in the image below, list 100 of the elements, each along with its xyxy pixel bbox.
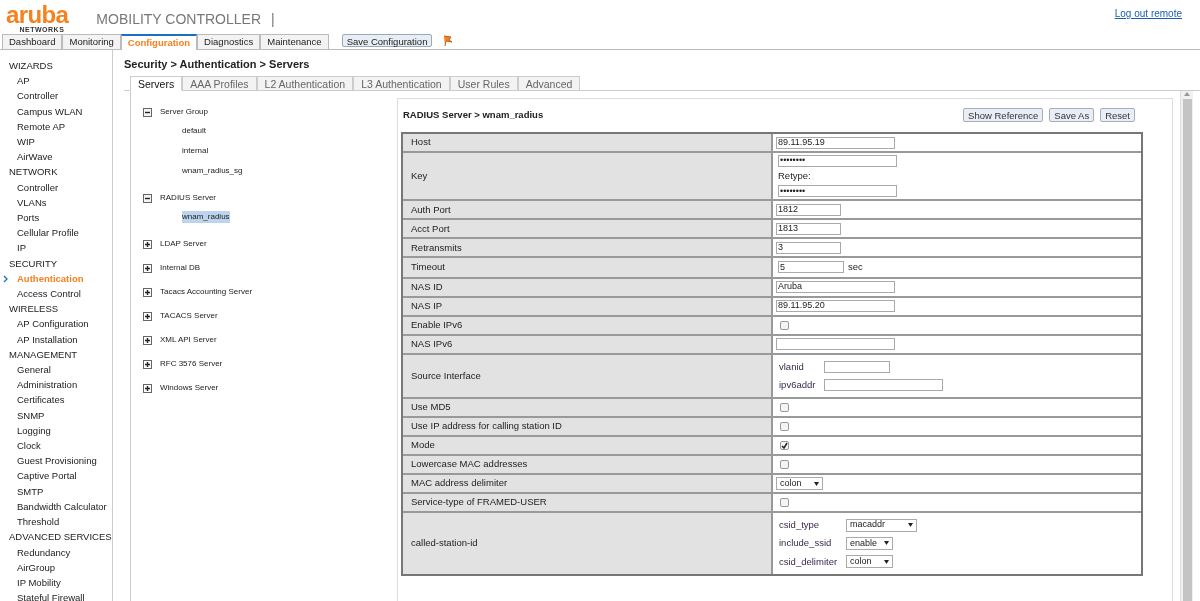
expand-icon[interactable] [143,383,152,393]
scrollbar-thumb[interactable] [1182,99,1192,601]
checkbox[interactable] [780,441,789,450]
expand-icon[interactable] [143,239,152,249]
sidebar-item[interactable]: AirGroup [17,561,55,573]
tab[interactable]: L2 Authentication [256,76,354,90]
sidebar-item[interactable]: Remote AP [17,120,66,132]
sidebar-item[interactable]: IP [17,242,26,254]
checkbox[interactable] [780,320,789,330]
sidebar-item[interactable]: General [17,364,51,376]
sidebar-item[interactable]: AP [17,75,30,87]
tree-item[interactable]: internal [182,145,209,157]
sidebar-item[interactable]: Clock [17,440,41,452]
field-label: Use MD5 [411,400,451,415]
checkbox[interactable] [780,498,789,507]
expand-icon[interactable] [143,359,152,369]
sidebar-item[interactable]: Access Control [17,288,81,300]
tree-item[interactable]: wnam_radius [182,211,230,223]
collapse-icon[interactable] [143,193,152,203]
sidebar-item[interactable]: AP Installation [17,333,78,345]
nav-tab[interactable]: Maintenance [260,34,329,49]
text-field[interactable]: 3 [776,241,841,254]
sidebar-item[interactable]: Certificates [17,394,65,406]
nav-tab[interactable]: Diagnostics [197,34,261,49]
collapse-icon[interactable] [143,107,152,117]
field-label: Mode [411,438,435,453]
tree-item[interactable]: Windows Server [160,382,219,394]
field-label: csid_delimiter [779,554,839,569]
checkbox[interactable] [780,422,789,431]
dropdown[interactable]: macaddr [846,518,917,532]
text-field[interactable] [824,360,890,373]
text-field[interactable]: 89.11.95.19 [776,136,895,149]
form-button[interactable]: Reset [1100,108,1135,122]
form-button[interactable]: Show Reference [963,108,1044,122]
field-label: Retransmits [411,240,462,255]
sidebar-item[interactable]: Administration [17,379,78,391]
tree-item[interactable]: RADIUS Server [160,192,216,204]
sidebar-item[interactable]: AP Configuration [17,318,89,330]
nav-tab[interactable]: Dashboard [2,34,63,49]
sidebar-item[interactable]: WIP [17,136,35,147]
text-field[interactable]: 89.11.95.20 [776,300,895,312]
dropdown[interactable]: colon [776,477,823,490]
sidebar-item[interactable]: Controller [17,181,59,193]
tree-item[interactable]: Tacacs Accounting Server [160,286,253,298]
text-field[interactable] [776,338,895,350]
logo-text: aruba [6,4,69,26]
sidebar-item[interactable]: Guest Provisioning [17,455,97,467]
scrollbar[interactable] [1180,91,1193,601]
sidebar-item[interactable]: Controller [17,90,59,102]
tree-item[interactable]: LDAP Server [160,238,207,250]
tab[interactable]: Servers [130,76,183,91]
tree-item[interactable]: XML API Server [160,334,217,346]
tab[interactable]: AAA Profiles [182,76,257,90]
sidebar-item[interactable]: Ports [17,212,40,224]
sidebar-item[interactable]: IP Mobility [17,576,61,588]
tab[interactable]: L3 Authentication [353,76,450,90]
sidebar-item[interactable]: Captive Portal [17,470,77,482]
tree-item[interactable]: wnam_radius_sg [182,165,243,177]
password-field[interactable]: •••••••• [778,155,897,167]
field-label: Source Interface [411,368,481,383]
tree-item[interactable]: Server Group [160,106,209,118]
sidebar-item[interactable]: AirWave [17,151,53,163]
tree-item[interactable]: Internal DB [160,262,201,274]
sidebar-item[interactable]: SMTP [17,485,44,497]
sidebar-item[interactable]: VLANs [17,196,47,208]
dropdown-icon [884,541,889,546]
text-field[interactable]: 1813 [776,222,841,235]
form-button[interactable]: Save As [1049,108,1095,122]
checkbox[interactable] [780,403,789,412]
nav-tab[interactable]: Monitoring [62,34,121,49]
logout-link[interactable]: Log out remote [1114,6,1182,21]
tab[interactable]: User Rules [449,76,518,90]
field-label: Timeout [411,260,445,275]
dropdown[interactable]: colon [846,555,893,569]
text-field[interactable]: 5 [778,261,844,274]
password-field[interactable]: •••••••• [778,185,897,198]
text-field[interactable]: 1812 [776,203,841,216]
check-icon [781,442,788,449]
checkbox[interactable] [780,460,789,469]
expand-icon[interactable] [143,311,152,321]
dropdown[interactable]: enable [846,536,893,550]
sidebar-item[interactable]: Campus WLAN [17,105,83,117]
tree-item[interactable]: TACACS Server [160,310,218,322]
expand-icon[interactable] [143,335,152,345]
tree-item[interactable]: RFC 3576 Server [160,358,223,370]
sidebar-item[interactable]: Bandwidth Calculator [17,500,107,512]
text-field[interactable]: Aruba [776,281,895,293]
tab[interactable]: Advanced [517,76,581,90]
expand-icon[interactable] [143,287,152,297]
sidebar-item[interactable]: SNMP [17,409,45,421]
text-field[interactable] [824,378,943,391]
sidebar-item[interactable]: Threshold [17,516,60,528]
field-label: Auth Port [411,202,451,217]
save-configuration-button[interactable]: Save Configuration [341,34,433,47]
sidebar-item[interactable]: Stateful Firewall [17,592,85,601]
sidebar-item[interactable]: Cellular Profile [17,227,79,239]
tree-item[interactable]: default [182,125,207,137]
sidebar-item[interactable]: Logging [17,424,51,436]
expand-icon[interactable] [143,263,152,273]
sidebar-item[interactable]: Redundancy [17,546,71,558]
